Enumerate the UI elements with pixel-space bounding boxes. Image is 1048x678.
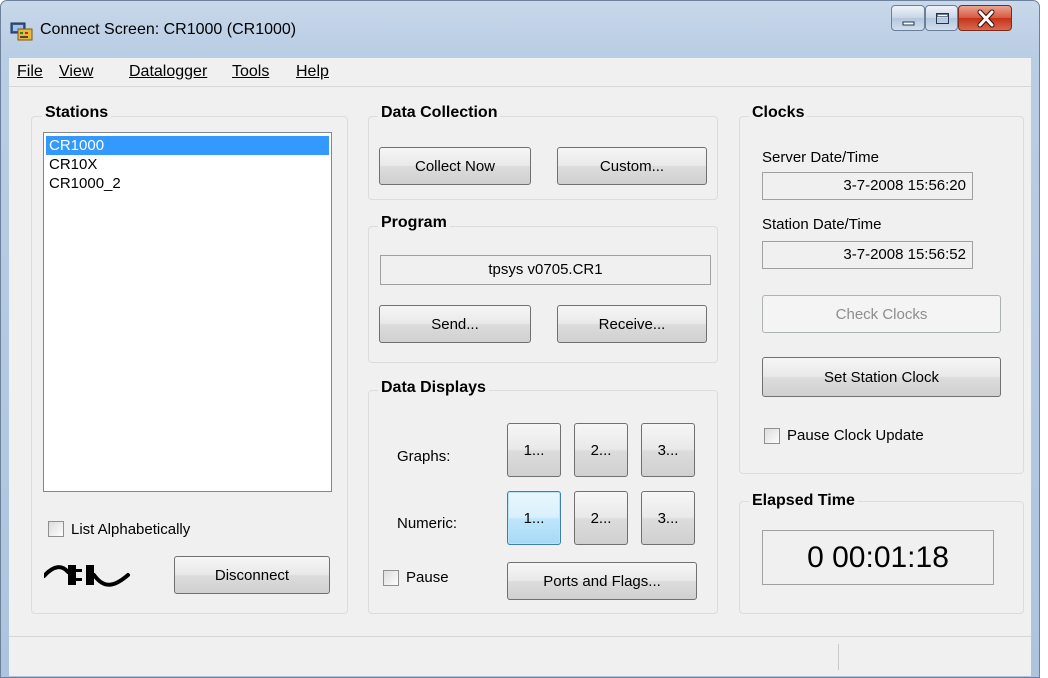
- status-divider: [838, 644, 839, 670]
- status-bar: [9, 636, 1031, 676]
- plug-icon: [42, 561, 130, 594]
- pause-display-label: Pause: [406, 569, 449, 586]
- station-datetime-field: 3-7-2008 15:56:52: [762, 241, 973, 269]
- disconnect-label: Disconnect: [214, 566, 290, 584]
- set-station-clock-label: Set Station Clock: [823, 368, 940, 386]
- close-icon: [977, 9, 995, 28]
- set-station-clock-button[interactable]: Set Station Clock: [762, 357, 1001, 397]
- pause-clock-update-label: Pause Clock Update: [787, 427, 924, 444]
- menu-tools-label: Tools: [232, 63, 270, 80]
- elapsed-time-display: 0 00:01:18: [762, 530, 994, 585]
- graph-3-label: 3...: [657, 441, 679, 459]
- disconnect-button[interactable]: Disconnect: [174, 556, 330, 594]
- server-datetime-field: 3-7-2008 15:56:20: [762, 172, 973, 200]
- ports-and-flags-label: Ports and Flags...: [543, 572, 661, 590]
- minimize-button[interactable]: [891, 5, 925, 31]
- menu-datalogger-label: Datalogger: [129, 63, 208, 80]
- receive-label: Receive...: [598, 315, 666, 333]
- elapsed-time-title: Elapsed Time: [749, 492, 858, 510]
- maximize-icon: [936, 13, 949, 24]
- numeric-3-button[interactable]: 3...: [641, 491, 695, 545]
- app-icon: [10, 20, 34, 42]
- clocks-title: Clocks: [749, 104, 808, 122]
- menu-file[interactable]: File: [17, 63, 43, 81]
- menu-file-label: File: [17, 63, 43, 80]
- list-alphabetically-checkbox[interactable]: [48, 521, 64, 537]
- data-displays-title: Data Displays: [378, 379, 489, 397]
- stations-title: Stations: [42, 104, 112, 122]
- menu-bar: File View Datalogger Tools Help: [9, 59, 1031, 87]
- graph-3-button[interactable]: 3...: [641, 423, 695, 477]
- graphs-label: Graphs:: [397, 448, 451, 465]
- numeric-1-label: 1...: [523, 509, 545, 527]
- receive-program-button[interactable]: Receive...: [557, 305, 707, 343]
- ports-and-flags-button[interactable]: Ports and Flags...: [507, 562, 697, 600]
- menu-help-label: Help: [296, 63, 329, 80]
- close-button[interactable]: [958, 5, 1012, 31]
- menu-tools[interactable]: Tools: [232, 63, 269, 81]
- station-item-cr1000[interactable]: CR1000: [46, 136, 329, 155]
- pause-display-checkbox[interactable]: [383, 570, 399, 586]
- list-alphabetically-label: List Alphabetically: [71, 521, 191, 538]
- program-filename-field: tpsys v0705.CR1: [380, 255, 711, 285]
- numeric-label: Numeric:: [397, 515, 458, 532]
- numeric-3-label: 3...: [657, 509, 679, 527]
- graph-2-button[interactable]: 2...: [574, 423, 628, 477]
- collect-now-button[interactable]: Collect Now: [379, 147, 531, 185]
- numeric-2-button[interactable]: 2...: [574, 491, 628, 545]
- menu-view[interactable]: View: [59, 63, 93, 81]
- stations-list[interactable]: CR1000 CR10X CR1000_2: [43, 132, 332, 492]
- numeric-2-label: 2...: [590, 509, 612, 527]
- graph-2-label: 2...: [590, 441, 612, 459]
- maximize-button[interactable]: [925, 5, 958, 31]
- program-title: Program: [378, 214, 450, 232]
- custom-label: Custom...: [599, 157, 665, 175]
- graph-1-label: 1...: [523, 441, 545, 459]
- send-program-button[interactable]: Send...: [379, 305, 531, 343]
- collect-now-label: Collect Now: [414, 157, 496, 175]
- menu-view-label: View: [59, 63, 94, 80]
- check-clocks-button[interactable]: Check Clocks: [762, 295, 1001, 333]
- graph-1-button[interactable]: 1...: [507, 423, 561, 477]
- pause-clock-update-checkbox[interactable]: [764, 428, 780, 444]
- station-datetime-label: Station Date/Time: [762, 216, 882, 233]
- custom-collect-button[interactable]: Custom...: [557, 147, 707, 185]
- station-item-cr10x[interactable]: CR10X: [46, 155, 329, 174]
- window-title: Connect Screen: CR1000 (CR1000): [40, 21, 297, 38]
- station-item-cr1000-2[interactable]: CR1000_2: [46, 174, 329, 193]
- data-collection-title: Data Collection: [378, 104, 501, 122]
- numeric-1-button[interactable]: 1...: [507, 491, 561, 545]
- menu-help[interactable]: Help: [296, 63, 329, 81]
- title-bar[interactable]: Connect Screen: CR1000 (CR1000): [0, 0, 1040, 58]
- minimize-icon: [902, 21, 915, 26]
- check-clocks-label: Check Clocks: [835, 305, 928, 323]
- menu-datalogger[interactable]: Datalogger: [129, 63, 207, 81]
- server-datetime-label: Server Date/Time: [762, 149, 879, 166]
- send-label: Send...: [431, 315, 479, 333]
